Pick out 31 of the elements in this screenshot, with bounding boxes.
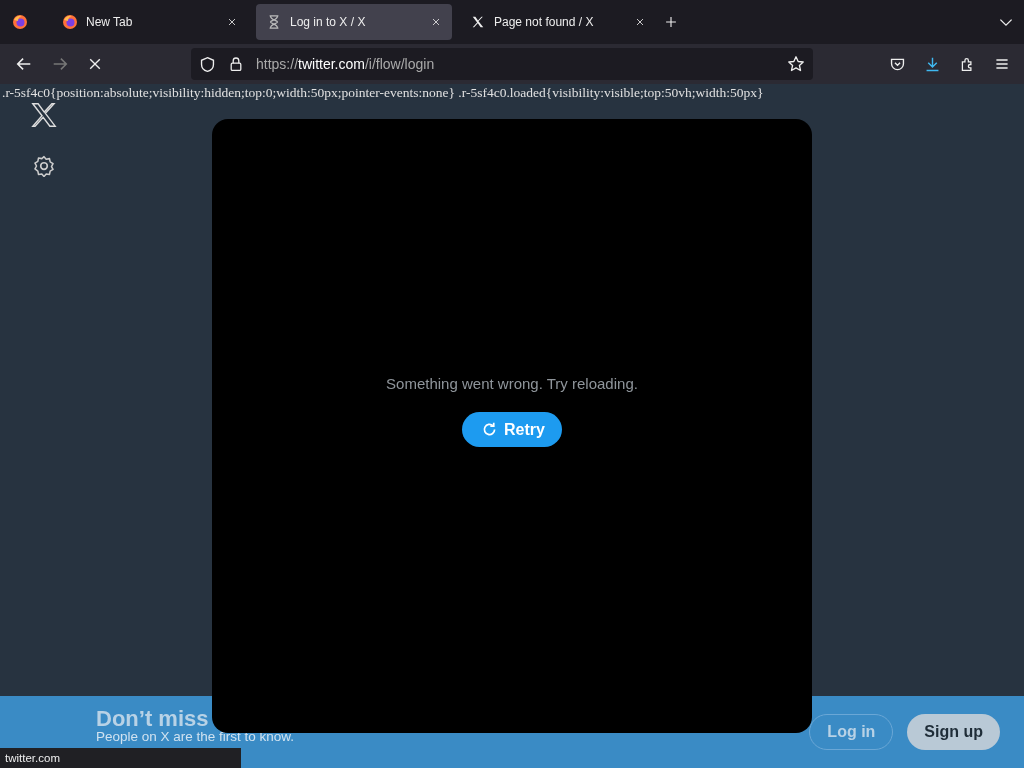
x-logo-icon[interactable] xyxy=(30,101,58,129)
close-icon[interactable] xyxy=(634,16,646,28)
star-icon[interactable] xyxy=(787,55,805,73)
close-icon[interactable] xyxy=(430,16,442,28)
tab-title: Log in to X / X xyxy=(290,15,367,29)
tab-title: Page not found / X xyxy=(494,15,595,29)
signup-button[interactable]: Sign up xyxy=(907,714,1000,750)
address-bar[interactable]: https://twitter.com/i/flow/login xyxy=(191,48,813,80)
banner-title: Don’t miss xyxy=(96,707,210,730)
back-icon[interactable] xyxy=(15,55,33,73)
shield-icon[interactable] xyxy=(199,55,216,73)
new-tab-icon[interactable] xyxy=(664,15,678,29)
banner-subtitle: People on X are the first to know. xyxy=(96,730,295,744)
x-logo-icon xyxy=(470,14,486,30)
firefox-icon[interactable] xyxy=(12,14,28,30)
menu-icon[interactable] xyxy=(994,56,1010,72)
browser-tab[interactable]: New Tab xyxy=(52,4,248,40)
stop-icon[interactable] xyxy=(87,56,103,72)
error-message: Something went wrong. Try reloading. xyxy=(386,375,638,392)
forward-icon[interactable] xyxy=(51,55,69,73)
firefox-icon xyxy=(62,14,78,30)
browser-tab[interactable]: Page not found / X xyxy=(460,4,656,40)
lock-icon[interactable] xyxy=(228,56,244,72)
settings-icon[interactable] xyxy=(33,155,55,177)
download-icon[interactable] xyxy=(924,55,941,73)
css-text: .r-5sf4c0{position:absolute;visibility:hidden;top:0;width:50px;pointer-events:none} .r-5sf4c0.loaded{visibility:visible;top:50vh;width:50px} xyxy=(1,84,765,101)
close-icon[interactable] xyxy=(226,16,238,28)
url-text: https://twitter.com/i/flow/login xyxy=(256,56,435,72)
tab-title: New Tab xyxy=(86,15,134,29)
browser-tab[interactable]: Log in to X / X xyxy=(256,4,452,40)
status-url: twitter.com xyxy=(0,748,241,768)
